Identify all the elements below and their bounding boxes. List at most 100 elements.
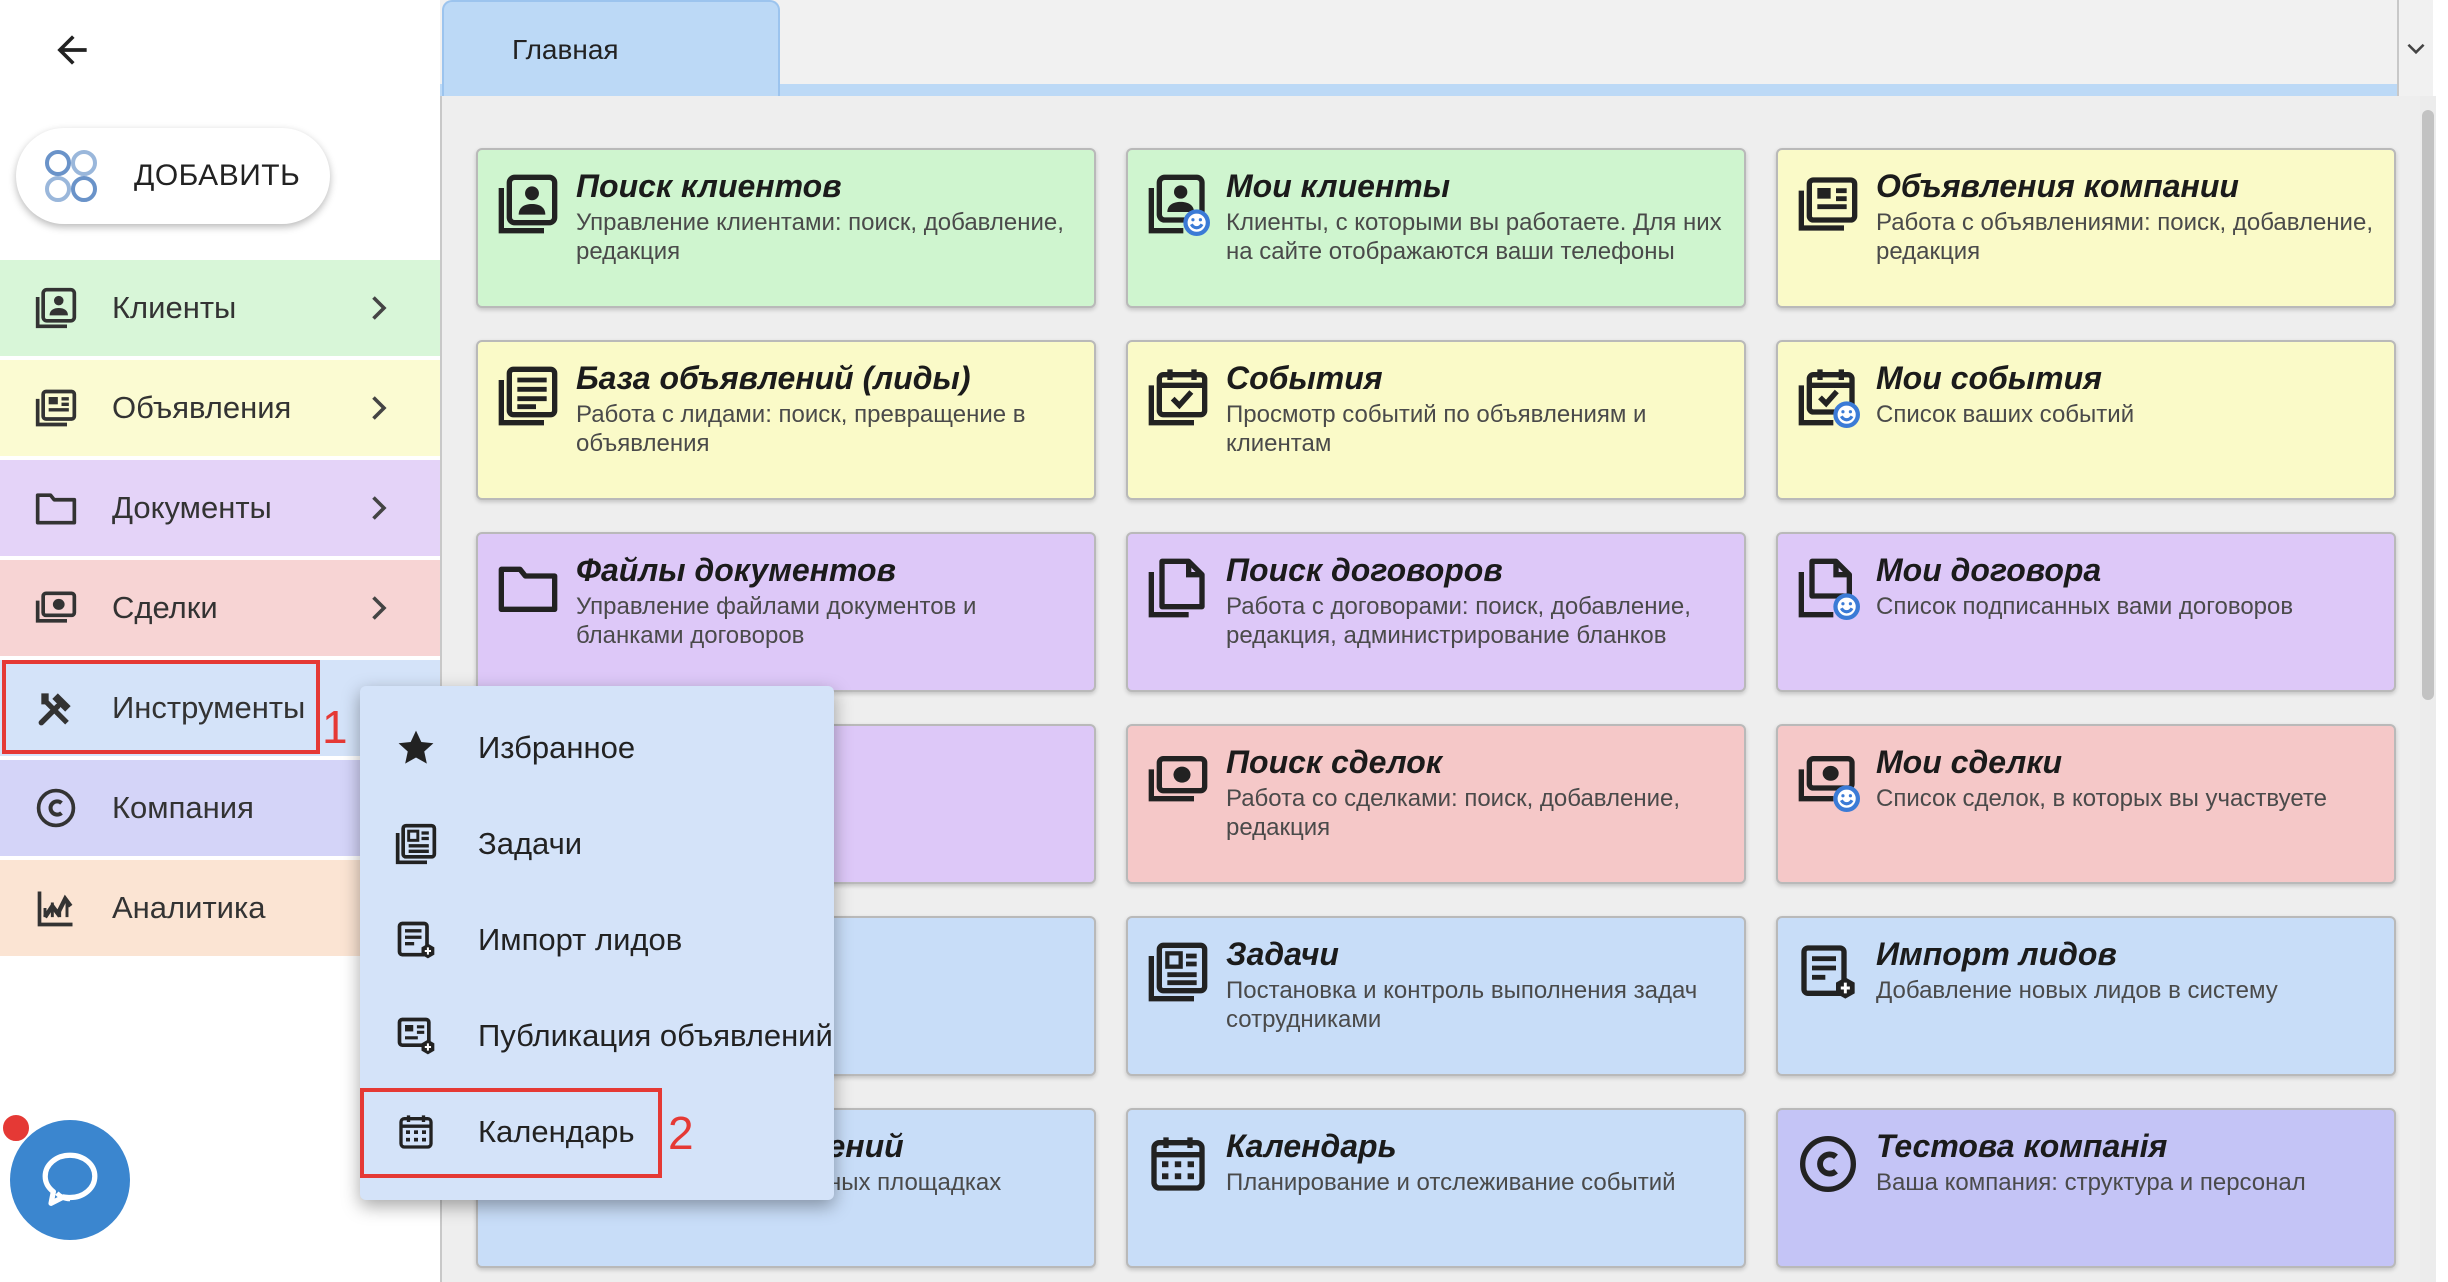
deal-icon (1148, 756, 1208, 802)
tab-dropdown-button[interactable] (2397, 0, 2433, 96)
card-my-clients[interactable]: Мои клиенты Клиенты, с которыми вы работ… (1126, 148, 1746, 308)
copyright-icon (1800, 1136, 1856, 1192)
tools-popup-menu: Избранное Задачи Импорт лидов Публикация… (360, 686, 834, 1200)
my-deals-icon (1798, 756, 1860, 812)
card-title: События (1226, 360, 1383, 396)
event-calendar-icon (1148, 369, 1208, 426)
highlight-box-tools (2, 660, 320, 754)
sidebar-item-listings[interactable]: Объявления (0, 360, 440, 456)
menu-item-import-leads[interactable]: Импорт лидов (360, 892, 834, 988)
my-contracts-icon (1798, 558, 1860, 620)
card-description: Просмотр событий по объявлениям и клиент… (1226, 401, 1647, 457)
card-company-listings[interactable]: Объявления компании Работа с объявлениям… (1776, 148, 2396, 308)
card-title: Файлы документов (576, 552, 896, 588)
card-events[interactable]: События Просмотр событий по объявлениям … (1126, 340, 1746, 500)
card-lead-import[interactable]: Импорт лидов Добавление новых лидов в си… (1776, 916, 2396, 1076)
menu-item-label: Публикация объявлений (478, 1018, 833, 1053)
card-title: Мои договора (1876, 552, 2102, 588)
sidebar-item-label: Клиенты (112, 290, 237, 325)
deal-icon (32, 584, 80, 632)
menu-item-label: Избранное (478, 730, 636, 765)
import-leads-icon (392, 916, 440, 964)
card-description: Постановка и контроль выполнения задач с… (1226, 977, 1698, 1033)
card-title: Календарь (1226, 1128, 1397, 1164)
add-button-label: ДОБАВИТЬ (134, 159, 301, 192)
card-description: Работа с договорами: поиск, добавление, … (1226, 593, 1691, 649)
card-contract-search[interactable]: Поиск договоров Работа с договорами: пои… (1126, 532, 1746, 692)
listing-icon (32, 384, 80, 432)
card-description: Список сделок, в которых вы участвуете (1876, 785, 2327, 812)
client-icon (498, 174, 558, 234)
chat-icon (42, 1152, 98, 1206)
chevron-right-icon (372, 496, 387, 520)
card-description: Ваша компания: структура и персонал (1876, 1169, 2306, 1196)
star-icon (392, 724, 440, 772)
folder-icon (498, 566, 558, 612)
card-my-contracts[interactable]: Мои договора Список подписанных вами дог… (1776, 532, 2396, 692)
chevron-right-icon (372, 296, 387, 320)
card-title: Объявления компании (1876, 168, 2239, 204)
tab-home[interactable]: Главная (442, 0, 780, 96)
folder-icon (32, 484, 80, 532)
my-events-icon (1798, 369, 1860, 428)
card-my-deals[interactable]: Мои сделки Список сделок, в которых вы у… (1776, 724, 2396, 884)
copyright-icon (32, 784, 80, 832)
card-document-files[interactable]: Файлы документов Управление файлами доку… (476, 532, 1096, 692)
annotation-number-2: 2 (668, 1107, 694, 1159)
card-leads-base[interactable]: База объявлений (лиды) Работа с лидами: … (476, 340, 1096, 500)
sidebar-item-label: Компания (112, 790, 254, 825)
card-description: Работа с лидами: поиск, превращение в об… (576, 401, 1026, 457)
add-button[interactable]: ДОБАВИТЬ (16, 128, 330, 224)
add-logo-icon (45, 150, 97, 202)
annotation-number-1: 1 (322, 701, 348, 753)
card-title: Импорт лидов (1876, 936, 2117, 972)
menu-item-label: Задачи (478, 826, 583, 861)
card-title: лений (808, 1128, 904, 1164)
card-my-events[interactable]: Мои события Список ваших событий (1776, 340, 2396, 500)
card-client-search[interactable]: Поиск клиентов Управление клиентами: пои… (476, 148, 1096, 308)
chevron-right-icon (372, 596, 387, 620)
publish-listing-icon (392, 1012, 440, 1060)
menu-item-tasks[interactable]: Задачи (360, 796, 834, 892)
card-title: Тестова компанія (1876, 1128, 2168, 1164)
card-description: Добавление новых лидов в систему (1876, 977, 2278, 1004)
card-description: Управление клиентами: поиск, добавление,… (576, 209, 1064, 265)
tasks-icon (1148, 942, 1208, 1002)
contract-icon (1148, 558, 1205, 618)
card-deal-search[interactable]: Поиск сделок Работа со сделками: поиск, … (1126, 724, 1746, 884)
menu-item-favorites[interactable]: Избранное (360, 700, 834, 796)
card-description: Работа со сделками: поиск, добавление, р… (1226, 785, 1681, 841)
import-leads-icon (1801, 945, 1855, 999)
client-icon (32, 284, 80, 332)
tasks-icon (392, 820, 440, 868)
card-tasks[interactable]: Задачи Постановка и контроль выполнения … (1126, 916, 1746, 1076)
sidebar-item-documents[interactable]: Документы (0, 460, 440, 556)
menu-item-label: Импорт лидов (478, 922, 683, 957)
sidebar-item-label: Объявления (112, 390, 292, 425)
card-description: Планирование и отслеживание событий (1226, 1169, 1676, 1196)
card-description: Управление файлами документов и бланками… (576, 593, 977, 649)
sidebar-item-clients[interactable]: Клиенты (0, 260, 440, 356)
scrollbar-thumb[interactable] (2422, 110, 2434, 700)
card-title: Поиск договоров (1226, 552, 1503, 588)
menu-item-publish-listings[interactable]: Публикация объявлений (360, 988, 834, 1084)
sidebar-item-label: Документы (112, 490, 272, 525)
card-title: База объявлений (лиды) (576, 360, 971, 396)
card-calendar[interactable]: Календарь Планирование и отслеживание со… (1126, 1108, 1746, 1268)
back-button[interactable] (44, 22, 100, 78)
card-title: Мои клиенты (1226, 168, 1451, 204)
sidebar-item-label: Сделки (112, 590, 218, 625)
highlight-box-calendar (360, 1088, 662, 1178)
card-title: Мои события (1876, 360, 2102, 396)
tab-bar: Главная (440, 0, 2433, 96)
chat-button[interactable] (10, 1120, 130, 1240)
card-description: Список ваших событий (1876, 401, 2135, 428)
leads-list-icon (498, 366, 558, 426)
card-company[interactable]: Тестова компанія Ваша компания: структур… (1776, 1108, 2396, 1268)
card-description: Список подписанных вами договоров (1876, 593, 2294, 620)
chevron-right-icon (372, 396, 387, 420)
sidebar-item-deals[interactable]: Сделки (0, 560, 440, 656)
calendar-icon (1151, 1137, 1205, 1191)
card-title: Задачи (1226, 936, 1339, 972)
analytics-icon (32, 884, 80, 932)
